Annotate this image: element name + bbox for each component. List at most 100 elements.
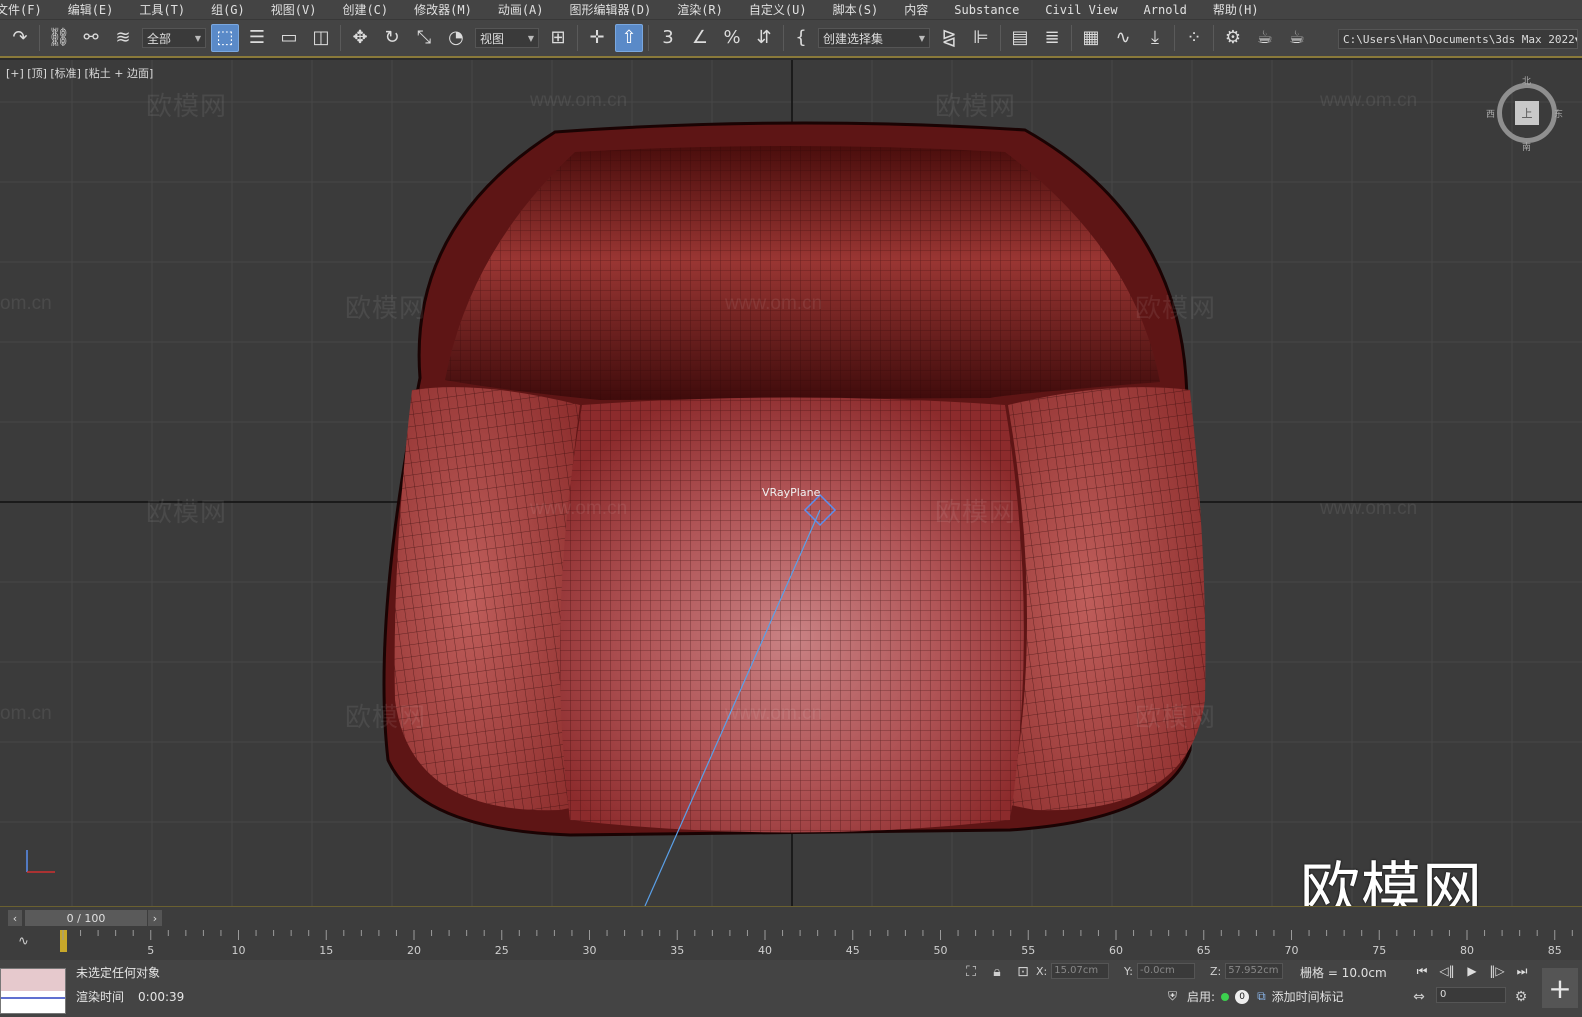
next-key-icon[interactable]: ‖▷ [1485,962,1509,980]
toolbar-divider [783,25,784,51]
menu-file[interactable]: 文件(F) [0,1,55,18]
frame-spin-arrows-icon[interactable]: ⇔ [1410,988,1428,1006]
render-setup-icon[interactable]: ⚙ [1219,24,1247,52]
menu-rendering[interactable]: 渲染(R) [664,1,736,18]
percent-snap-icon[interactable]: % [718,24,746,52]
toolbar-divider [1174,25,1175,51]
pivot-icon[interactable]: ⊞ [544,24,572,52]
align-icon[interactable]: ⊫ [967,24,995,52]
unlink-icon[interactable]: ⚯ [77,24,105,52]
menu-group[interactable]: 组(G) [198,1,258,18]
scale-icon[interactable]: ⤡ [410,24,438,52]
menu-civil-view[interactable]: Civil View [1032,3,1130,17]
spinner-snap-icon[interactable]: ⇵ [750,24,778,52]
lock-selection-icon[interactable]: 🔒︎ [988,963,1006,981]
menu-edit[interactable]: 编辑(E) [55,1,127,18]
viewcube-west[interactable]: 西 [1486,107,1495,120]
armchair-mesh[interactable] [382,121,1206,837]
render-time-value: 0:00:39 [138,990,185,1004]
select-by-name-icon[interactable]: ☰ [243,24,271,52]
track-bar[interactable]: 5 10 15 20 25 30 35 40 45 50 55 60 65 70 75 80 85 [0,930,1582,960]
reference-coord-dropdown[interactable]: 视图 ▼ [475,28,539,48]
viewcube-east[interactable]: 东 [1554,107,1563,120]
named-selection-dropdown[interactable]: 创建选择集 ▼ [818,28,930,48]
menu-content[interactable]: 内容 [891,1,941,18]
move-icon[interactable]: ✥ [346,24,374,52]
current-frame-input[interactable]: 0 [1436,987,1506,1003]
rendered-frame-icon[interactable]: ☕ [1251,24,1279,52]
go-to-end-icon[interactable]: ⏭ [1510,962,1534,980]
angle-snap-icon[interactable]: ∠ [686,24,714,52]
time-slider-thumb[interactable]: 0 / 100 [25,910,147,926]
menu-customize[interactable]: 自定义(U) [736,1,820,18]
mirror-icon[interactable]: ⧎ [935,24,963,52]
menu-arnold[interactable]: Arnold [1131,3,1200,17]
edit-named-sets-icon[interactable]: { [789,24,813,52]
watermark-text: om.cn [0,293,52,314]
selection-filter-dropdown[interactable]: 全部 ▼ [142,28,206,48]
menu-tools[interactable]: 工具(T) [126,1,198,18]
time-slider[interactable]: ‹ 0 / 100 › [0,906,1582,930]
viewport-navigation-plus-icon[interactable]: + [1542,968,1578,1008]
enable-status-dot[interactable] [1221,992,1230,1001]
y-input[interactable]: -0.0cm [1136,963,1195,979]
isolate-selection-icon[interactable]: ⛶ [962,963,980,981]
absolute-mode-icon[interactable]: ⊡ [1014,963,1032,981]
maxscript-listener[interactable] [0,968,66,1014]
viewport-label[interactable]: [+] [顶] [标准] [粘土 + 边面] [6,65,153,81]
menu-modifiers[interactable]: 修改器(M) [401,1,485,18]
toolbar-divider [1071,25,1072,51]
add-time-tag[interactable]: 添加时间标记 [1272,988,1344,1005]
previous-key-icon[interactable]: ◁‖ [1435,962,1459,980]
menu-views[interactable]: 视图(V) [258,1,330,18]
project-path-dropdown[interactable]: C:\Users\Han\Documents\3ds Max 2022▼ [1338,29,1578,49]
keyboard-shortcut-override-icon[interactable]: ✛ [583,24,611,52]
watermark-text: 欧模网 [935,91,1017,121]
next-frame-icon[interactable]: › [148,910,162,926]
auto-key-icon[interactable]: ⇧ [615,24,643,52]
bind-space-warp-icon[interactable]: ≋ [109,24,137,52]
snap-toggle-icon[interactable]: 3 [654,24,682,52]
viewcube-north[interactable]: 北 [1522,74,1531,87]
ribbon-icon[interactable]: ▦ [1077,24,1105,52]
axis-tripod [26,850,55,873]
time-config-icon[interactable]: ⚙ [1512,988,1530,1006]
chevron-down-icon: ▼ [194,33,201,43]
timeline-tick-label: 45 [846,944,860,957]
play-icon[interactable]: ▶ [1460,962,1484,980]
viewcube[interactable]: 上 北 南 东 西 [1486,77,1563,153]
select-object-icon[interactable]: ⬚ [211,24,239,52]
top-viewport[interactable]: [+] [顶] [标准] [粘土 + 边面] 欧模网 www.om.cn 欧模网… [0,60,1582,906]
menu-create[interactable]: 创建(C) [329,1,401,18]
link-icon[interactable]: ⛓ [45,24,73,52]
shield-icon[interactable]: ⛨ [1168,989,1177,1004]
window-crossing-icon[interactable]: ◫ [307,24,335,52]
redo-icon[interactable]: ↷ [6,24,34,52]
watermark-text: www.om.cn [1320,498,1418,519]
render-time-label: 渲染时间 [76,990,125,1004]
x-input[interactable]: 15.07cm [1051,963,1110,979]
placement-icon[interactable]: ◔ [442,24,470,52]
render-production-icon[interactable]: ☕ [1283,24,1311,52]
menu-graph-editors[interactable]: 图形编辑器(D) [557,1,665,18]
rotate-icon[interactable]: ↻ [378,24,406,52]
scene-explorer-icon[interactable]: ▤ [1006,24,1034,52]
menu-scripting[interactable]: 脚本(S) [820,1,892,18]
z-input[interactable]: 57.952cm [1225,963,1284,979]
viewcube-face-top[interactable]: 上 [1515,101,1539,125]
timeline-tick-label: 40 [758,944,772,957]
layer-explorer-icon[interactable]: ≣ [1038,24,1066,52]
previous-frame-icon[interactable]: ‹ [8,910,22,926]
menu-substance[interactable]: Substance [941,3,1032,17]
schematic-view-icon[interactable]: ⤓ [1141,24,1169,52]
time-tag-icon[interactable]: ⧉ [1257,989,1266,1004]
go-to-start-icon[interactable]: ⏮ [1410,962,1434,980]
enable-label: 启用: [1187,990,1216,1004]
menu-help[interactable]: 帮助(H) [1200,1,1272,18]
material-editor-icon[interactable]: ⁘ [1180,24,1208,52]
menu-animation[interactable]: 动画(A) [485,1,557,18]
curve-editor-icon[interactable]: ∿ [1109,24,1137,52]
mini-curve-editor-icon[interactable]: ∿ [18,934,29,949]
rect-region-icon[interactable]: ▭ [275,24,303,52]
viewcube-south[interactable]: 南 [1522,140,1531,153]
